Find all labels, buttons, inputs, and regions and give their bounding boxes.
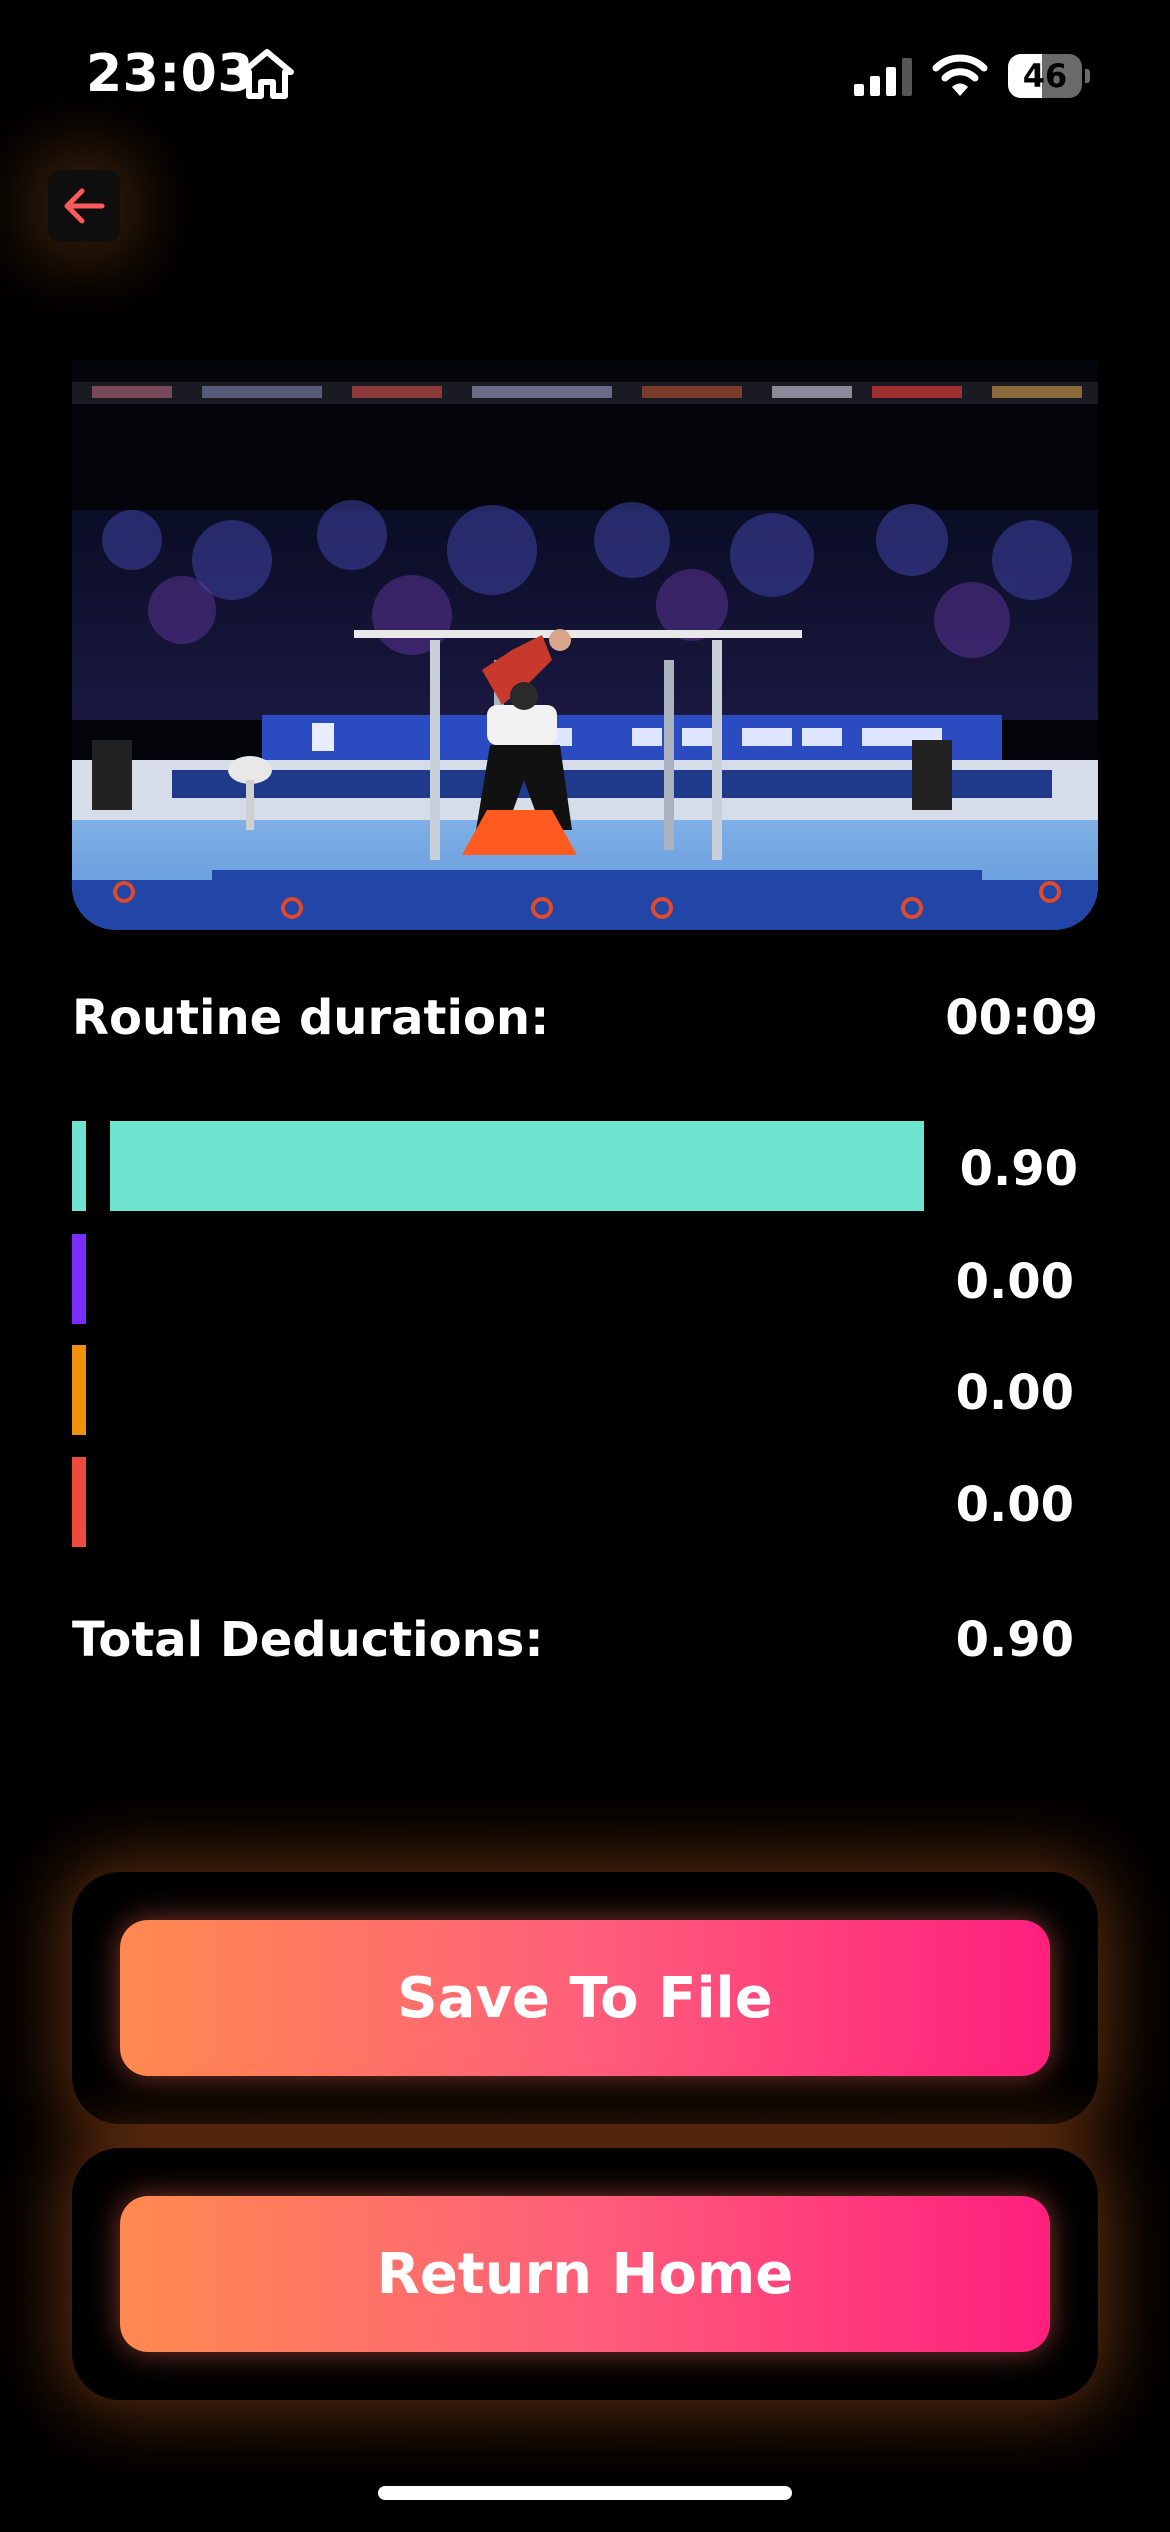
status-bar: 23:03 46 bbox=[0, 0, 1170, 150]
wifi-icon bbox=[932, 54, 988, 96]
arrow-left-icon bbox=[64, 188, 105, 224]
back-button[interactable] bbox=[48, 170, 120, 242]
return-home-button[interactable]: Return Home bbox=[120, 2196, 1050, 2352]
routine-video[interactable] bbox=[72, 360, 1098, 930]
battery-level: 46 bbox=[1022, 57, 1068, 95]
deduction-value: 0.90 bbox=[959, 1141, 1078, 1197]
deduction-color-marker bbox=[72, 1345, 86, 1435]
home-glyph-icon bbox=[240, 49, 294, 99]
routine-duration-value: 00:09 bbox=[945, 990, 1098, 1046]
home-indicator[interactable] bbox=[378, 2486, 792, 2500]
deduction-row: 0.00 bbox=[72, 1457, 1098, 1547]
deduction-bar bbox=[110, 1121, 924, 1211]
cellular-signal-icon bbox=[854, 58, 912, 96]
total-deductions-value: 0.90 bbox=[955, 1612, 1074, 1668]
battery-icon: 46 bbox=[1008, 54, 1090, 98]
deduction-row: 0.90 bbox=[72, 1121, 1098, 1211]
deduction-color-marker bbox=[72, 1457, 86, 1547]
routine-duration-label: Routine duration: bbox=[72, 990, 550, 1046]
deduction-value: 0.00 bbox=[955, 1477, 1074, 1533]
deduction-row: 0.00 bbox=[72, 1345, 1098, 1435]
return-home-container: Return Home bbox=[72, 2148, 1098, 2400]
deduction-color-marker bbox=[72, 1234, 86, 1324]
deduction-row: 0.00 bbox=[72, 1234, 1098, 1324]
deduction-value: 0.00 bbox=[955, 1254, 1074, 1310]
save-to-file-button[interactable]: Save To File bbox=[120, 1920, 1050, 2076]
total-deductions-label: Total Deductions: bbox=[72, 1612, 544, 1668]
video-frame-image bbox=[72, 360, 1098, 930]
deduction-value: 0.00 bbox=[955, 1365, 1074, 1421]
save-button-container: Save To File bbox=[72, 1872, 1098, 2124]
deduction-color-marker bbox=[72, 1121, 86, 1211]
status-time: 23:03 bbox=[86, 44, 255, 104]
